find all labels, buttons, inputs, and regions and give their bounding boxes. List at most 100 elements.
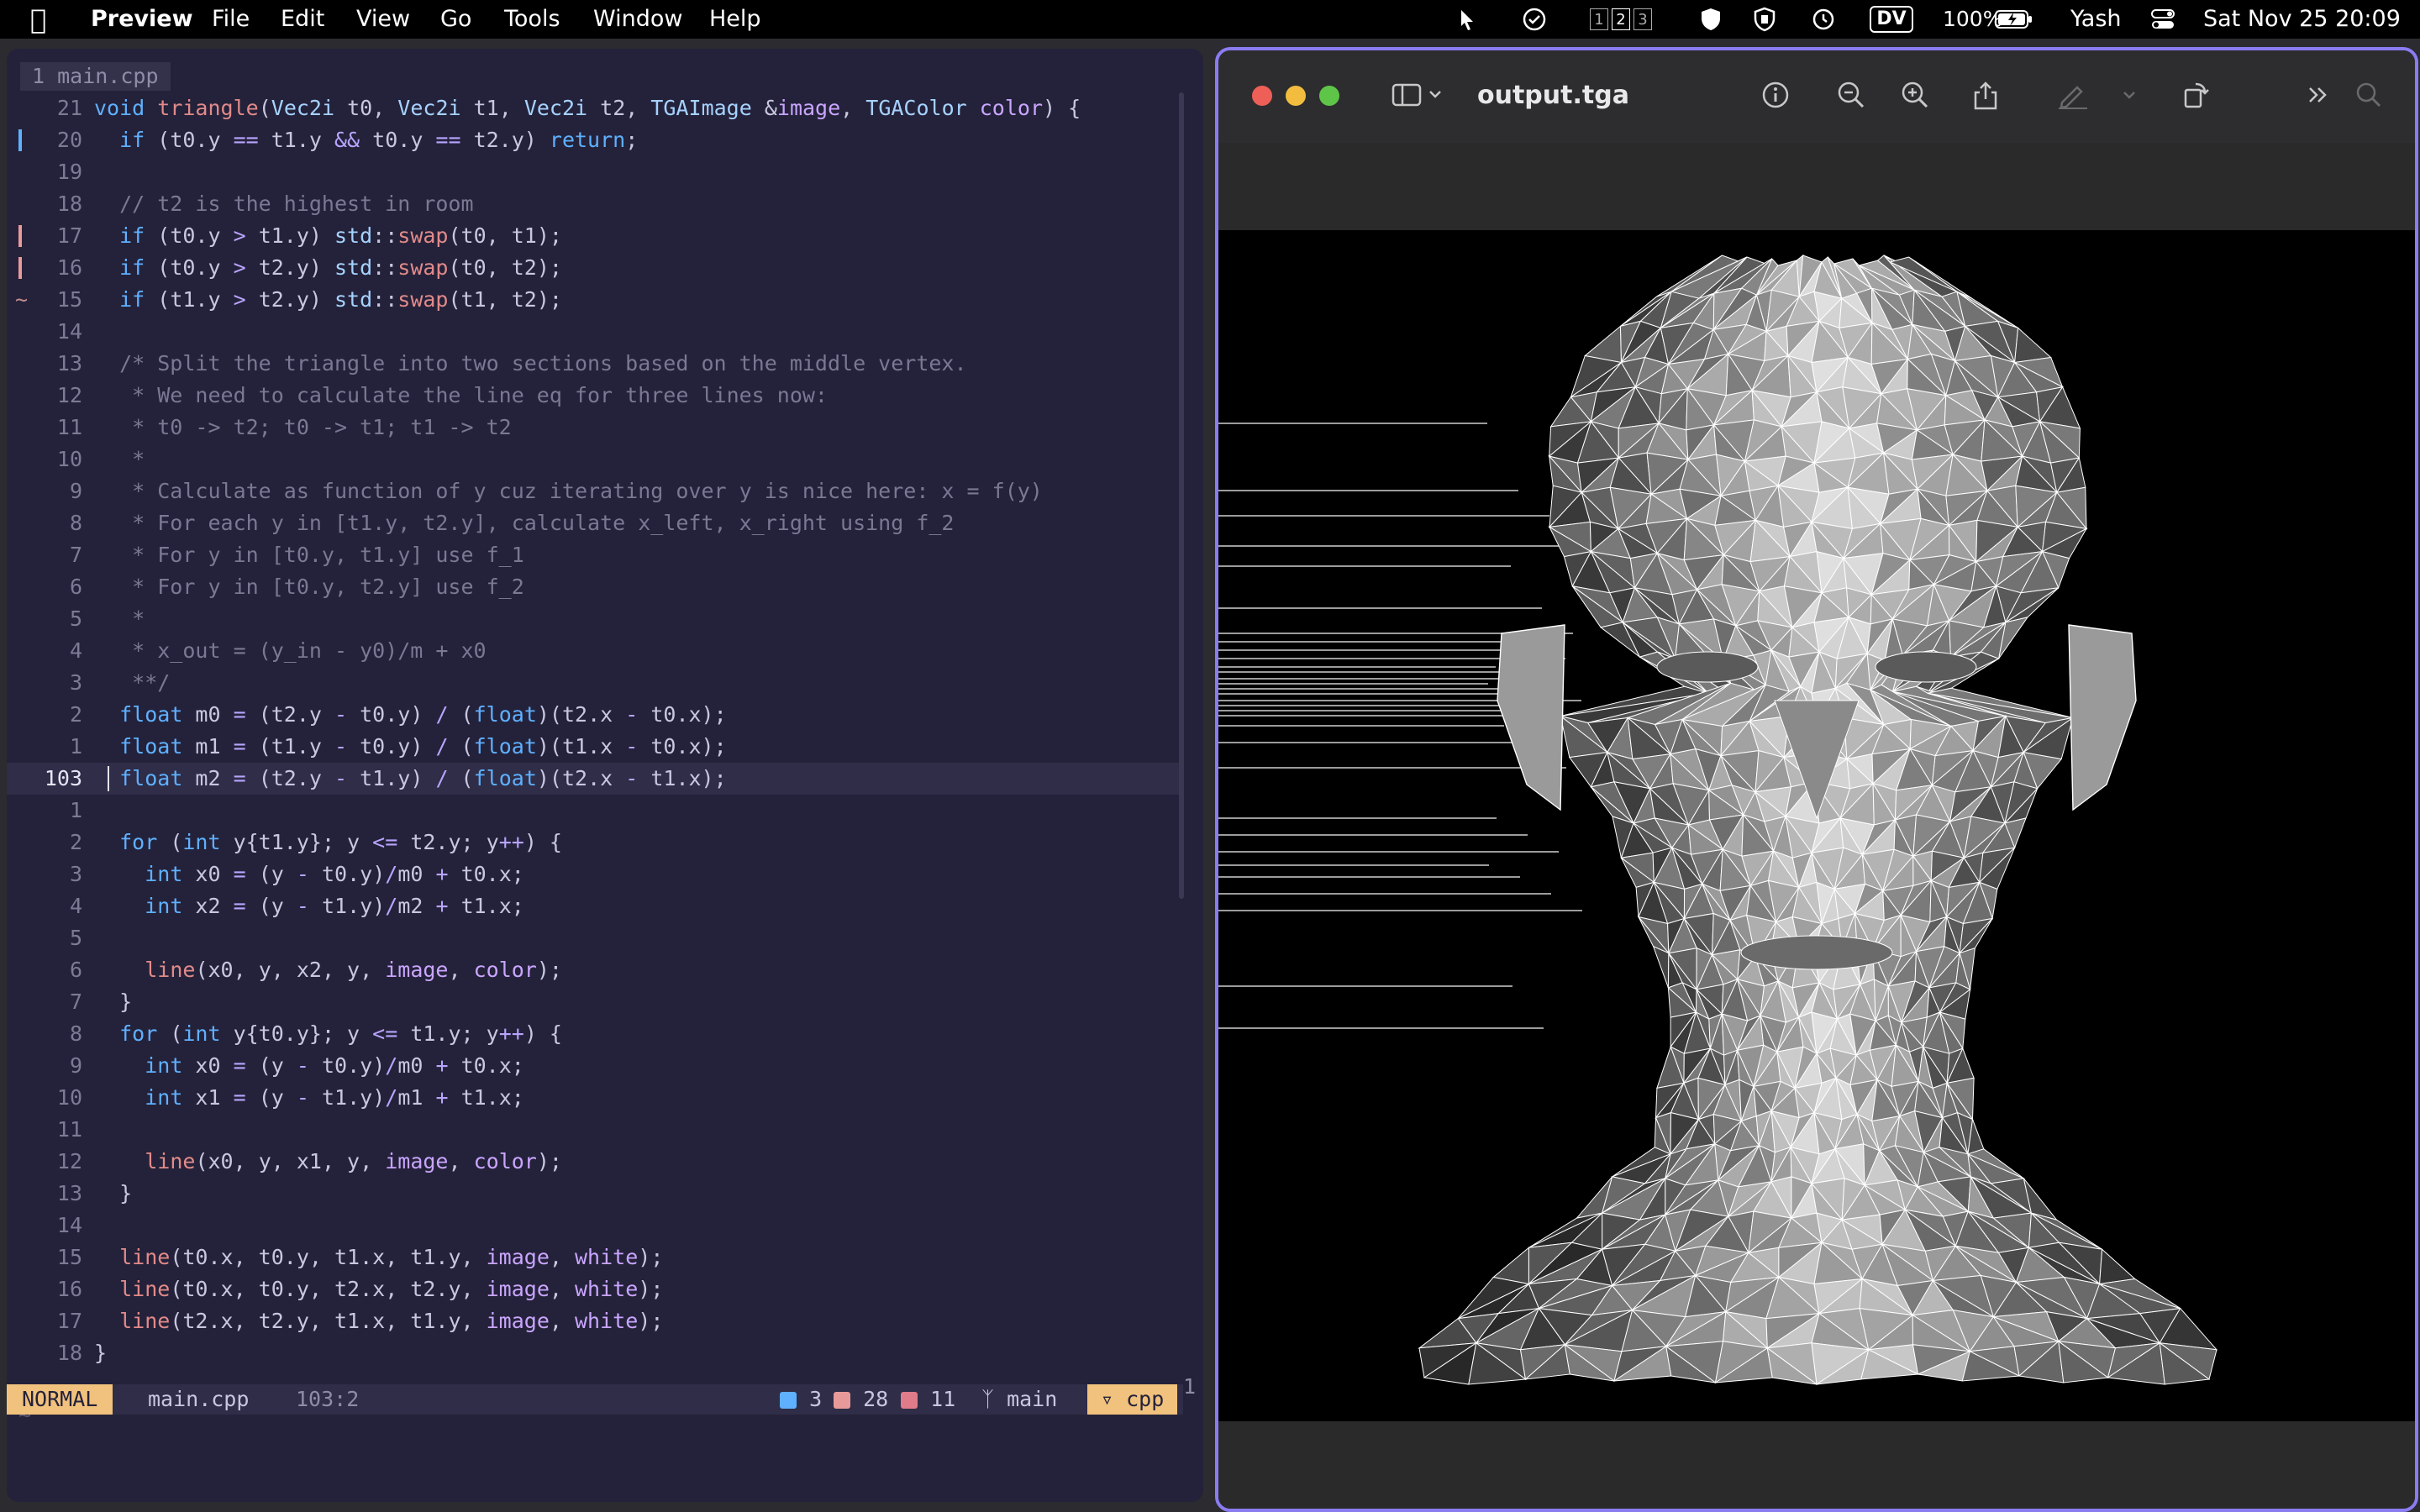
- line-text: **/: [94, 670, 171, 695]
- battery-icon[interactable]: [1993, 6, 2035, 33]
- line-text: int x0 = (y - t0.y)/m0 + t0.x;: [145, 862, 524, 886]
- code-line[interactable]: 15 ~ if (t1.y > t2.y) std::swap(t1, t2);: [7, 284, 1183, 316]
- line-number: 14: [56, 319, 82, 344]
- menu-view[interactable]: View: [356, 0, 410, 39]
- space-3[interactable]: 3: [1634, 8, 1652, 30]
- code-line[interactable]: 1: [7, 795, 1183, 827]
- code-line[interactable]: 11 * t0 -> t2; t0 -> t1; t1 -> t2: [7, 412, 1183, 444]
- user-name[interactable]: Yash: [2070, 0, 2122, 39]
- dv-badge[interactable]: DV: [1870, 6, 1913, 33]
- code-line[interactable]: 6 line(x0, y, x2, y, image, color);: [7, 954, 1183, 986]
- code-line[interactable]: 14: [7, 1210, 1183, 1242]
- menu-edit[interactable]: Edit: [281, 0, 324, 39]
- code-line[interactable]: 4 int x2 = (y - t1.y)/m2 + t1.x;: [7, 890, 1183, 922]
- code-line[interactable]: 13 /* Split the triangle into two sectio…: [7, 348, 1183, 380]
- search-icon[interactable]: [2354, 81, 2383, 115]
- code-line[interactable]: 17 if (t0.y > t1.y) std::swap(t0, t1);: [7, 220, 1183, 252]
- menu-go[interactable]: Go: [440, 0, 471, 39]
- code-line[interactable]: 5 *: [7, 603, 1183, 635]
- clock[interactable]: Sat Nov 25 20:09: [2203, 0, 2401, 39]
- control-center-icon[interactable]: [2146, 6, 2180, 33]
- line-number: 21: [56, 96, 82, 120]
- code-line[interactable]: 21 void triangle(Vec2i t0, Vec2i t1, Vec2…: [7, 92, 1183, 124]
- code-line[interactable]: 6 * For y in [t0.y, t2.y] use f_2: [7, 571, 1183, 603]
- zoom-button[interactable]: [1319, 86, 1339, 106]
- close-button[interactable]: [1252, 86, 1272, 106]
- code-line[interactable]: 10 *: [7, 444, 1183, 475]
- share-icon[interactable]: [1971, 81, 2000, 117]
- code-line[interactable]: 12 line(x0, y, x1, y, image, color);: [7, 1146, 1183, 1178]
- menu-help[interactable]: Help: [709, 0, 761, 39]
- code-line[interactable]: 16 if (t0.y > t2.y) std::swap(t0, t2);: [7, 252, 1183, 284]
- code-line[interactable]: 15 line(t0.x, t0.y, t1.x, t1.y, image, w…: [7, 1242, 1183, 1273]
- code-line[interactable]: 13 }: [7, 1178, 1183, 1210]
- code-line[interactable]: 14: [7, 316, 1183, 348]
- zoom-in-icon[interactable]: [1901, 81, 1929, 115]
- more-tools-icon[interactable]: [2304, 81, 2333, 115]
- zoom-out-icon[interactable]: [1837, 81, 1865, 115]
- code-line[interactable]: 1 float m1 = (t1.y - t0.y) / (float)(t1.…: [7, 731, 1183, 763]
- line-text: if (t0.y == t1.y && t0.y == t2.y) return…: [119, 128, 639, 152]
- code-line[interactable]: 2 for (int y{t1.y}; y <= t2.y; y++) {: [7, 827, 1183, 858]
- code-line[interactable]: 8 * For each y in [t1.y, t2.y], calculat…: [7, 507, 1183, 539]
- shield-icon[interactable]: [1694, 6, 1728, 33]
- code-line[interactable]: 2 float m0 = (t2.y - t0.y) / (float)(t2.…: [7, 699, 1183, 731]
- menu-file[interactable]: File: [212, 0, 250, 39]
- code-line[interactable]: 4 * x_out = (y_in - y0)/m + x0: [7, 635, 1183, 667]
- line-number: 6: [69, 958, 82, 982]
- terminal-window: 1 main.cpp 21 void triangle(Vec2i t0, Vec…: [7, 49, 1203, 1502]
- git-removed: 11: [901, 1384, 955, 1415]
- menu-app-preview[interactable]: Preview: [91, 0, 193, 39]
- code-line[interactable]: 103 float m2 = (t2.y - t1.y) / (float)(t…: [7, 763, 1183, 795]
- code-line[interactable]: 12 * We need to calculate the line eq fo…: [7, 380, 1183, 412]
- document-title: output.tga: [1477, 81, 1629, 110]
- time-machine-icon[interactable]: [1807, 6, 1840, 33]
- status-position: 103:2: [296, 1387, 360, 1411]
- scrollbar[interactable]: [1179, 92, 1184, 899]
- extension-icon[interactable]: [1748, 6, 1781, 33]
- markup-pen-icon[interactable]: [2055, 81, 2089, 115]
- cursor-status-icon[interactable]: [1450, 6, 1484, 33]
- line-text: * x_out = (y_in - y0)/m + x0: [94, 638, 487, 663]
- code-line[interactable]: 9 int x0 = (y - t0.y)/m0 + t0.x;: [7, 1050, 1183, 1082]
- code-line[interactable]: 18}: [7, 1337, 1183, 1369]
- line-number: 8: [69, 511, 82, 535]
- code-line[interactable]: 17 line(t2.x, t2.y, t1.x, t1.y, image, w…: [7, 1305, 1183, 1337]
- code-line[interactable]: 7 * For y in [t0.y, t1.y] use f_1: [7, 539, 1183, 571]
- status-filename: main.cpp: [148, 1387, 250, 1411]
- sidebar-toggle-icon[interactable]: [1392, 81, 1445, 115]
- code-line[interactable]: 5: [7, 922, 1183, 954]
- line-number: 5: [69, 606, 82, 631]
- code-line[interactable]: 3 int x0 = (y - t0.y)/m0 + t0.x;: [7, 858, 1183, 890]
- info-icon[interactable]: [1761, 81, 1790, 115]
- line-text: int x2 = (y - t1.y)/m2 + t1.x;: [145, 894, 524, 918]
- code-area[interactable]: 21 void triangle(Vec2i t0, Vec2i t1, Vec2…: [7, 92, 1183, 1369]
- check-circle-icon[interactable]: [1518, 6, 1551, 33]
- line-number: 2: [69, 830, 82, 854]
- space-1[interactable]: 1: [1590, 8, 1608, 30]
- code-line[interactable]: 16 line(t0.x, t0.y, t2.x, t2.y, image, w…: [7, 1273, 1183, 1305]
- code-line[interactable]: 11: [7, 1114, 1183, 1146]
- code-line[interactable]: 3 **/: [7, 667, 1183, 699]
- spaces-indicator[interactable]: 1 2 3: [1576, 6, 1669, 33]
- menu-tools[interactable]: Tools: [504, 0, 560, 39]
- minimize-button[interactable]: [1286, 86, 1306, 106]
- code-line[interactable]: 19: [7, 156, 1183, 188]
- code-line[interactable]: 8 for (int y{t0.y}; y <= t1.y; y++) {: [7, 1018, 1183, 1050]
- buffer-tab[interactable]: 1 main.cpp: [20, 62, 171, 91]
- code-line[interactable]: 7 }: [7, 986, 1183, 1018]
- apple-icon[interactable]: : [30, 0, 46, 39]
- line-text: // t2 is the highest in room: [94, 192, 474, 216]
- line-text: if (t0.y > t1.y) std::swap(t0, t1);: [119, 223, 562, 248]
- rotate-icon[interactable]: [2181, 81, 2210, 115]
- space-2[interactable]: 2: [1612, 8, 1630, 30]
- markup-dropdown-icon[interactable]: [2121, 81, 2138, 115]
- code-line[interactable]: 9 * Calculate as function of y cuz itera…: [7, 475, 1183, 507]
- image-canvas[interactable]: [1218, 230, 2415, 1421]
- menu-window[interactable]: Window: [593, 0, 682, 39]
- code-line[interactable]: 10 int x1 = (y - t1.y)/m1 + t1.x;: [7, 1082, 1183, 1114]
- code-line[interactable]: 18 // t2 is the highest in room: [7, 188, 1183, 220]
- code-line[interactable]: 20 if (t0.y == t1.y && t0.y == t2.y) ret…: [7, 124, 1183, 156]
- line-number: 11: [56, 415, 82, 439]
- linux-icon: ▿: [1101, 1387, 1114, 1411]
